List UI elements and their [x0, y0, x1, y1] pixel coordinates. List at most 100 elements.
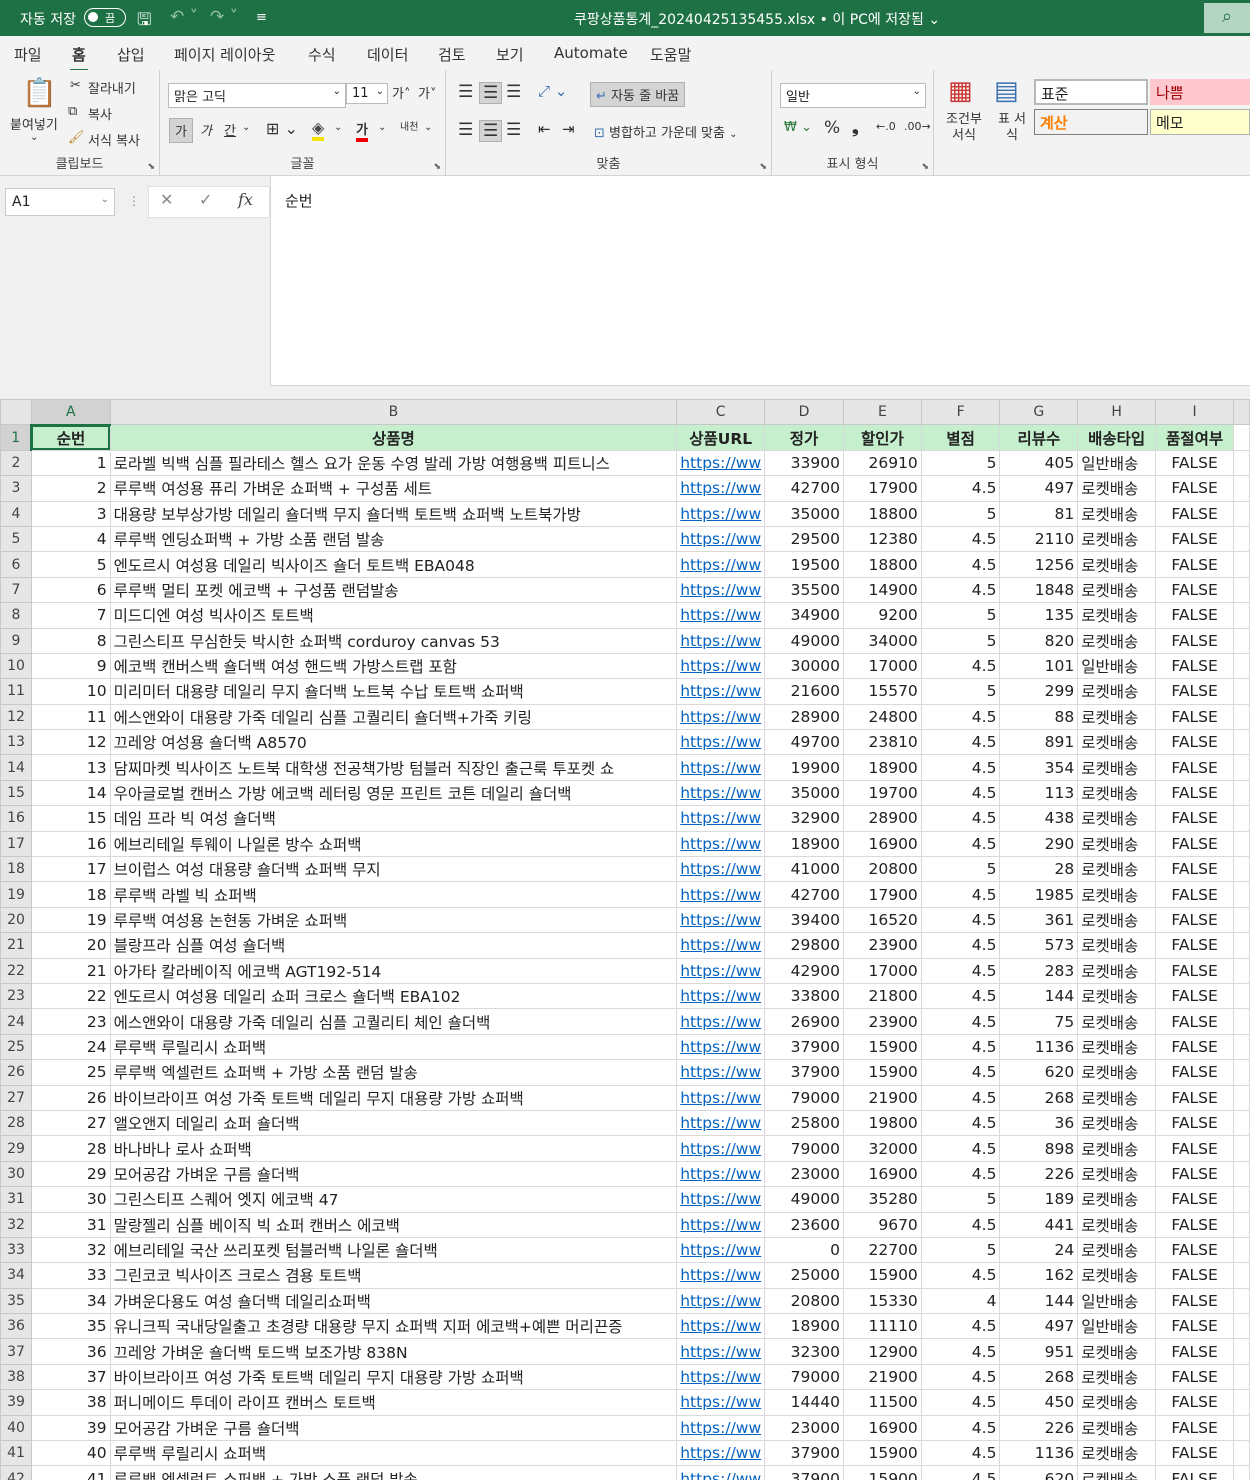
cell-index[interactable]: 36 — [30, 1338, 111, 1365]
cell-sold-out[interactable]: FALSE — [1155, 932, 1235, 959]
cell-delivery-type[interactable]: 로켓배송 — [1077, 881, 1157, 908]
empty-cell[interactable] — [1233, 779, 1250, 807]
cell-product-url[interactable]: https://ww — [676, 627, 766, 654]
cell-list-price[interactable]: 35000 — [764, 500, 844, 527]
cell-sold-out[interactable]: FALSE — [1155, 1211, 1235, 1238]
cell-product-name[interactable]: 아가타 칼라베이직 에코백 AGT192-514 — [109, 957, 678, 984]
cell-product-name[interactable]: 퍼니메이드 투데이 라이프 캔버스 토트백 — [109, 1389, 678, 1416]
cell-rating[interactable]: 4.5 — [920, 957, 1001, 984]
cell-list-price[interactable]: 37900 — [764, 1059, 844, 1086]
empty-cell[interactable] — [1233, 1465, 1250, 1480]
cell-list-price[interactable]: 20800 — [764, 1287, 844, 1315]
cell-sale-price[interactable]: 15900 — [842, 1059, 922, 1086]
cell-product-url[interactable]: https://ww — [676, 602, 766, 629]
cell-sale-price[interactable]: 9670 — [842, 1211, 922, 1238]
cell-index[interactable]: 32 — [30, 1236, 111, 1264]
cell-product-url[interactable]: https://ww — [676, 1262, 766, 1289]
row-header[interactable]: 42 — [0, 1465, 32, 1480]
cell-product-name[interactable]: 엔도르시 여성용 데일리 빅사이즈 숄더 토트백 EBA048 — [109, 551, 678, 578]
cell-review-count[interactable]: 283 — [999, 957, 1079, 984]
cell-index[interactable]: 10 — [30, 678, 111, 705]
cell-sold-out[interactable]: FALSE — [1155, 525, 1235, 553]
cell-product-name[interactable]: 바나바나 로사 쇼퍼백 — [109, 1135, 678, 1162]
cell-rating[interactable]: 4.5 — [920, 982, 1001, 1010]
cell-sold-out[interactable]: FALSE — [1155, 1262, 1235, 1289]
cell-rating[interactable]: 4.5 — [920, 475, 1001, 502]
cell-review-count[interactable]: 441 — [999, 1211, 1079, 1238]
cell-review-count[interactable]: 354 — [999, 754, 1079, 781]
col-header-c[interactable]: C — [676, 399, 766, 426]
empty-cell[interactable] — [1233, 1440, 1250, 1467]
row-header[interactable]: 15 — [0, 779, 32, 807]
align-left-icon[interactable]: ☰ — [458, 120, 473, 140]
cell-product-name[interactable]: 데임 프라 빅 여성 숄더백 — [109, 805, 678, 832]
cell-index[interactable]: 24 — [30, 1033, 111, 1061]
empty-cell[interactable] — [1233, 703, 1250, 731]
cell-sold-out[interactable]: FALSE — [1155, 906, 1235, 934]
row-header[interactable]: 19 — [0, 881, 32, 908]
cell-list-price[interactable]: 19900 — [764, 754, 844, 781]
style-note[interactable]: 메모 — [1150, 109, 1250, 135]
cell-review-count[interactable]: 290 — [999, 830, 1079, 858]
cell-index[interactable]: 7 — [30, 602, 111, 629]
cell-delivery-type[interactable]: 로켓배송 — [1077, 703, 1157, 731]
customize-toolbar-icon[interactable]: ≡ — [256, 10, 267, 25]
cell-product-name[interactable]: 루루백 엔딩쇼퍼백 + 가방 소품 랜덤 발송 — [109, 525, 678, 553]
cell-sold-out[interactable]: FALSE — [1155, 500, 1235, 527]
header-cell[interactable]: 상품명 — [109, 424, 678, 451]
phonetic-icon[interactable]: 내천 — [400, 118, 418, 133]
cell-sale-price[interactable]: 12900 — [842, 1338, 922, 1365]
col-header-f[interactable]: F — [920, 399, 1001, 426]
row-header[interactable]: 29 — [0, 1135, 32, 1162]
cell-sale-price[interactable]: 9200 — [842, 602, 922, 629]
cell-list-price[interactable]: 18900 — [764, 1313, 844, 1340]
cell-sale-price[interactable]: 17900 — [842, 881, 922, 908]
cell-product-url[interactable]: https://ww — [676, 449, 766, 477]
cell-product-name[interactable]: 끄레앙 여성용 숄더백 A8570 — [109, 729, 678, 756]
row-header[interactable]: 4 — [0, 500, 32, 527]
tab-automate[interactable]: Automate — [554, 44, 628, 62]
copy-button[interactable]: 복사 — [88, 104, 112, 123]
cell-delivery-type[interactable]: 로켓배송 — [1077, 830, 1157, 858]
cell-rating[interactable]: 4.5 — [920, 1084, 1001, 1111]
cell-product-url[interactable]: https://ww — [676, 1287, 766, 1315]
tab-insert[interactable]: 삽입 — [117, 44, 145, 65]
cell-sold-out[interactable]: FALSE — [1155, 1414, 1235, 1442]
cell-review-count[interactable]: 268 — [999, 1084, 1079, 1111]
cell-rating[interactable]: 4.5 — [920, 729, 1001, 756]
tab-data[interactable]: 데이터 — [367, 44, 408, 65]
cell-review-count[interactable]: 898 — [999, 1135, 1079, 1162]
cell-product-name[interactable]: 블랑프라 심플 여성 숄더백 — [109, 932, 678, 959]
header-cell[interactable]: 상품URL — [676, 424, 766, 451]
cell-list-price[interactable]: 79000 — [764, 1084, 844, 1111]
decrease-indent-icon[interactable]: ⇤ — [538, 120, 551, 138]
cell-delivery-type[interactable]: 로켓배송 — [1077, 1236, 1157, 1264]
cell-sold-out[interactable]: FALSE — [1155, 703, 1235, 731]
format-painter-button[interactable]: 서식 복사 — [88, 130, 140, 149]
cell-product-url[interactable]: https://ww — [676, 1135, 766, 1162]
cell-rating[interactable]: 4.5 — [920, 1109, 1001, 1137]
number-format-select[interactable]: 일반 ⌄ — [780, 83, 926, 108]
cell-product-url[interactable]: https://ww — [676, 1160, 766, 1188]
cell-review-count[interactable]: 1136 — [999, 1440, 1079, 1467]
cell-review-count[interactable]: 620 — [999, 1465, 1079, 1480]
cell-review-count[interactable]: 450 — [999, 1389, 1079, 1416]
cell-product-url[interactable]: https://ww — [676, 525, 766, 553]
cell-product-url[interactable]: https://ww — [676, 982, 766, 1010]
cell-rating[interactable]: 4.5 — [920, 576, 1001, 604]
cell-index[interactable]: 13 — [30, 754, 111, 781]
cell-delivery-type[interactable]: 로켓배송 — [1077, 678, 1157, 705]
cell-review-count[interactable]: 144 — [999, 982, 1079, 1010]
cell-review-count[interactable]: 2110 — [999, 525, 1079, 553]
cell-product-url[interactable]: https://ww — [676, 957, 766, 984]
cell-sale-price[interactable]: 15900 — [842, 1033, 922, 1061]
cell-list-price[interactable]: 79000 — [764, 1135, 844, 1162]
tab-help[interactable]: 도움말 — [650, 44, 691, 65]
row-header[interactable]: 16 — [0, 805, 32, 832]
col-header-i[interactable]: I — [1155, 399, 1235, 426]
cell-index[interactable]: 26 — [30, 1084, 111, 1111]
decrease-font-icon[interactable]: 가˅ — [418, 83, 436, 102]
fill-color-dropdown-icon[interactable]: ⌄ — [334, 122, 342, 133]
cell-sold-out[interactable]: FALSE — [1155, 1008, 1235, 1035]
cell-list-price[interactable]: 23000 — [764, 1160, 844, 1188]
